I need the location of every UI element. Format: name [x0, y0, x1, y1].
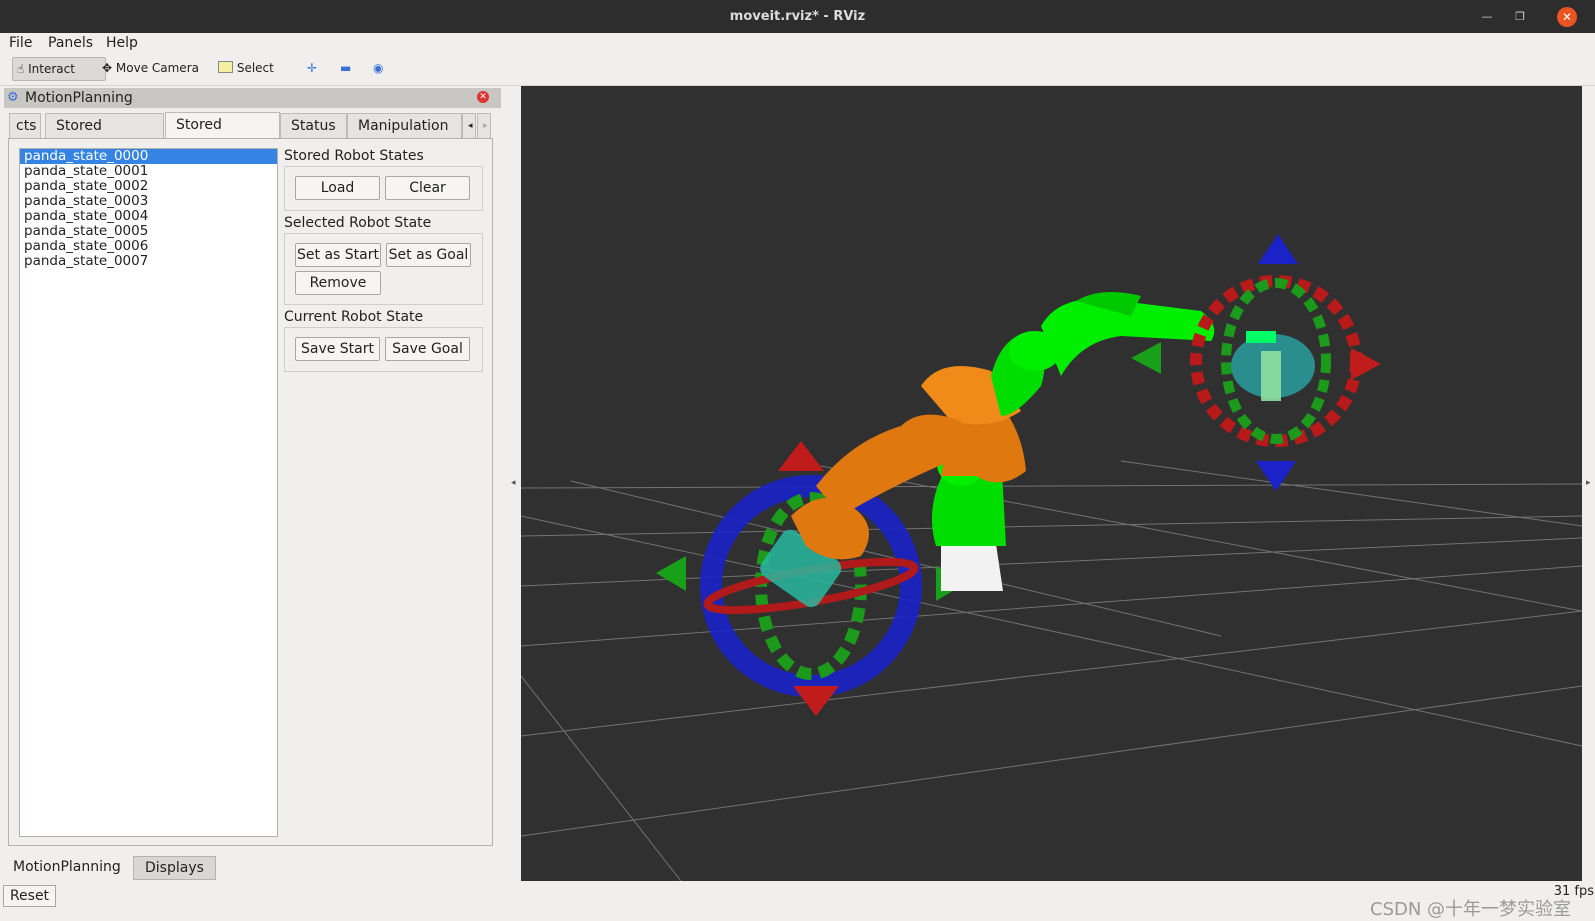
close-window-icon[interactable]: ✕	[1557, 7, 1577, 27]
tab-motion-planning-bottom[interactable]: MotionPlanning	[2, 856, 132, 878]
selected-robot-state-label: Selected Robot State	[284, 215, 432, 231]
interact-tool-button[interactable]: ☝ Interact	[12, 57, 106, 81]
remove-tool-icon[interactable]: ▬	[336, 57, 355, 79]
maximize-icon[interactable]: ❐	[1512, 9, 1528, 25]
minimize-icon[interactable]: —	[1479, 9, 1495, 25]
select-rectangle-icon	[218, 61, 233, 73]
clear-button[interactable]: Clear	[385, 176, 470, 200]
remove-button[interactable]: Remove	[295, 271, 381, 295]
menu-help[interactable]: Help	[106, 35, 138, 51]
tab-manipulation[interactable]: Manipulation	[347, 113, 462, 138]
tab-stored-scenes[interactable]: Stored Scenes	[45, 113, 164, 158]
set-as-goal-button[interactable]: Set as Goal	[386, 243, 471, 267]
eye-icon[interactable]: ◉	[369, 57, 387, 79]
save-goal-button[interactable]: Save Goal	[385, 337, 470, 361]
ground-grid	[521, 460, 1582, 881]
list-item[interactable]: panda_state_0000	[20, 149, 277, 164]
tab-scroll-right-icon[interactable]: ▸	[477, 113, 491, 138]
list-item[interactable]: panda_state_0004	[20, 209, 277, 224]
hand-icon: ☝	[17, 62, 25, 76]
tab-scroll-left-icon[interactable]: ◂	[462, 113, 476, 138]
tab-objects[interactable]: cts	[9, 113, 41, 138]
reset-button[interactable]: Reset	[3, 885, 56, 907]
load-button[interactable]: Load	[295, 176, 380, 200]
start-pose-marker	[656, 441, 966, 716]
watermark: CSDN @十年一梦实验室	[1370, 899, 1572, 920]
menubar: File Panels Help	[0, 33, 1595, 53]
splitter-left-arrow-icon[interactable]: ◂	[511, 478, 516, 488]
toolbar: ☝ Interact ✥ Move Camera Select ✛ ▬ ◉	[0, 53, 1595, 86]
menu-file[interactable]: File	[9, 35, 32, 51]
move-arrows-icon: ✥	[102, 61, 113, 75]
list-item[interactable]: panda_state_0007	[20, 254, 277, 269]
goal-pose-marker	[1131, 234, 1381, 491]
close-panel-icon[interactable]: ✕	[477, 91, 489, 103]
select-tool-button[interactable]: Select	[214, 57, 278, 79]
stored-robot-states-label: Stored Robot States	[284, 148, 424, 164]
window-titlebar: moveit.rviz* - RViz — ❐ ✕	[0, 0, 1595, 33]
tab-displays-bottom[interactable]: Displays	[133, 856, 216, 880]
save-start-button[interactable]: Save Start	[295, 337, 380, 361]
list-item[interactable]: panda_state_0006	[20, 239, 277, 254]
window-title: moveit.rviz* - RViz	[729, 9, 866, 24]
select-label: Select	[236, 61, 274, 75]
motion-planning-panel-header: ⚙ MotionPlanning ✕	[4, 88, 501, 108]
list-item[interactable]: panda_state_0002	[20, 179, 277, 194]
interact-label: Interact	[28, 62, 75, 76]
list-item[interactable]: panda_state_0003	[20, 194, 277, 209]
add-tool-icon[interactable]: ✛	[303, 57, 321, 79]
3d-render-viewport[interactable]	[521, 86, 1582, 881]
tab-status[interactable]: Status	[280, 113, 347, 138]
robot-arm-icon: ⚙	[7, 90, 19, 105]
set-as-start-button[interactable]: Set as Start	[295, 243, 381, 267]
move-camera-label: Move Camera	[115, 61, 199, 75]
splitter-right-arrow-icon[interactable]: ▸	[1586, 478, 1591, 488]
current-robot-state-label: Current Robot State	[284, 309, 424, 325]
stored-states-list[interactable]: panda_state_0000 panda_state_0001 panda_…	[19, 148, 278, 837]
menu-panels[interactable]: Panels	[48, 35, 93, 51]
tab-stored-states[interactable]: Stored States	[165, 112, 280, 157]
move-camera-tool-button[interactable]: ✥ Move Camera	[98, 57, 203, 79]
robot-arm-model	[791, 292, 1215, 591]
panel-title: MotionPlanning	[25, 90, 133, 106]
robot-scene	[521, 234, 1582, 881]
list-item[interactable]: panda_state_0001	[20, 164, 277, 179]
list-item[interactable]: panda_state_0005	[20, 224, 277, 239]
